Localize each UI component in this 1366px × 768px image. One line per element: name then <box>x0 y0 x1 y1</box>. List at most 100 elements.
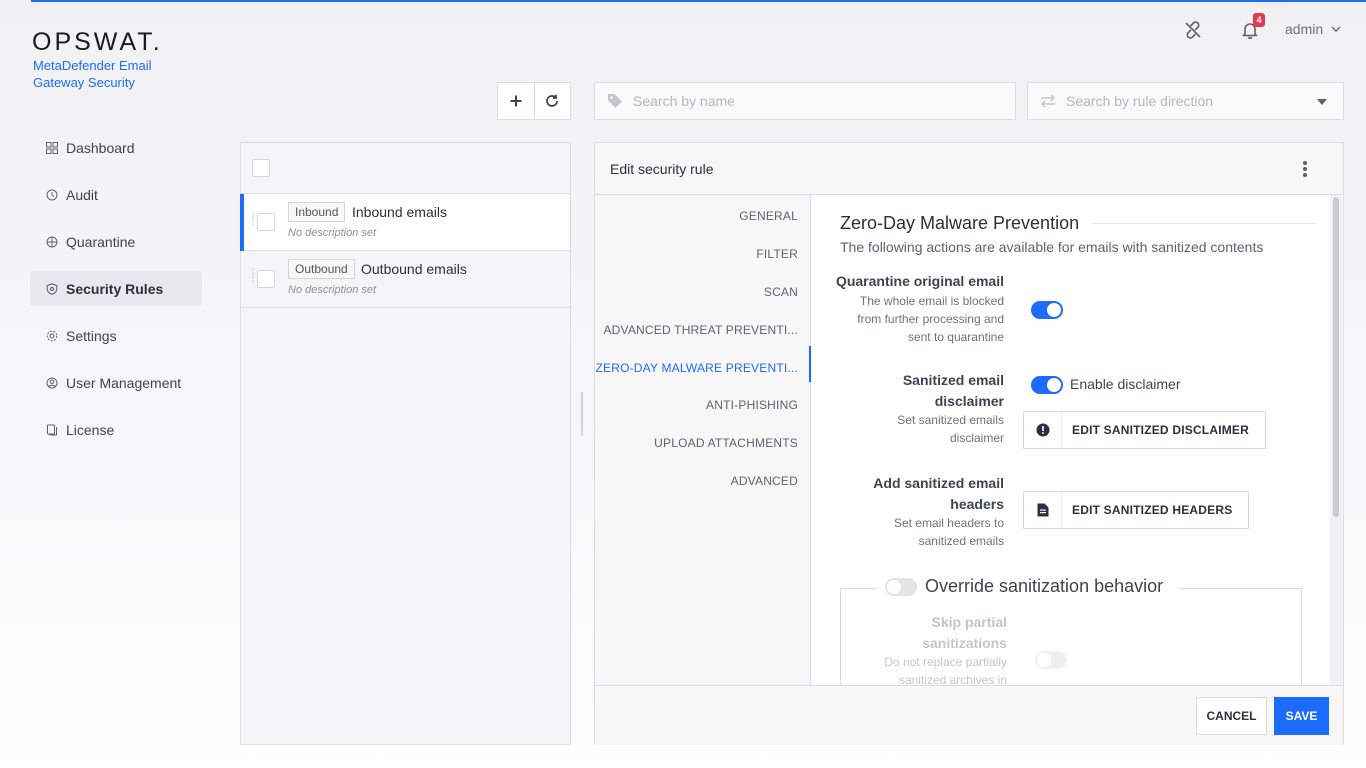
headers-description: Set email headers to sanitized emails <box>893 516 1004 548</box>
nav-item-audit[interactable]: Audit <box>30 177 202 212</box>
audit-icon <box>46 189 58 201</box>
override-label: Override sanitization behavior <box>925 576 1164 596</box>
override-legend: Override sanitization behavior <box>877 576 1180 597</box>
unlink-icon[interactable] <box>1183 20 1203 40</box>
rule-toolbar <box>497 82 571 120</box>
disclaimer-toggle-label: Enable disclaimer <box>1070 376 1181 392</box>
user-icon <box>46 377 58 389</box>
quarantine-description: The whole email is blocked from further … <box>857 294 1004 344</box>
document-icon <box>1024 492 1062 528</box>
quarantine-label: Quarantine original email <box>835 273 1004 289</box>
add-rule-button[interactable] <box>498 83 534 119</box>
disclaimer-label: Sanitized email disclaimer <box>902 372 1004 409</box>
rule-checkbox[interactable] <box>257 270 275 288</box>
edit-rule-panel: Edit security rule GENERAL FILTER SCAN A… <box>594 142 1344 745</box>
edit-headers-label: EDIT SANITIZED HEADERS <box>1072 503 1233 517</box>
search-name-input[interactable] <box>633 93 953 109</box>
rule-checkbox[interactable] <box>257 213 275 231</box>
rule-description: No description set <box>288 284 377 296</box>
chevron-down-icon <box>1331 26 1341 32</box>
nav-item-quarantine[interactable]: Quarantine <box>30 224 202 259</box>
edit-panel-footer: CANCEL SAVE <box>595 685 1343 745</box>
section-divider <box>1092 223 1316 224</box>
rule-tabs: GENERAL FILTER SCAN ADVANCED THREAT PREV… <box>595 195 811 685</box>
disclaimer-description: Set sanitized emails disclaimer <box>897 413 1004 445</box>
search-by-name <box>594 82 1016 120</box>
edit-headers-button[interactable]: EDIT SANITIZED HEADERS <box>1023 491 1250 529</box>
skip-partial-description: Do not replace partially sanitized archi… <box>884 655 1007 685</box>
tab-advanced[interactable]: ADVANCED <box>731 474 798 488</box>
user-name: admin <box>1285 21 1324 37</box>
user-menu[interactable]: admin <box>1285 21 1341 37</box>
tab-general[interactable]: GENERAL <box>739 209 798 223</box>
nav-label: License <box>66 421 115 438</box>
nav-item-license[interactable]: License <box>30 412 202 447</box>
nav-item-dashboard[interactable]: Dashboard <box>30 130 202 165</box>
rule-name: Outbound emails <box>361 261 467 277</box>
more-options-icon[interactable] <box>1303 161 1307 177</box>
scrollbar-thumb[interactable] <box>1333 197 1339 517</box>
nav-label: Audit <box>66 186 98 203</box>
caret-down-icon <box>1317 99 1327 105</box>
tab-anti-phishing[interactable]: ANTI-PHISHING <box>706 398 798 412</box>
content-scrollbar[interactable] <box>1330 195 1342 685</box>
zero-day-content: Zero-Day Malware Prevention The followin… <box>812 195 1332 685</box>
edit-disclaimer-label: EDIT SANITIZED DISCLAIMER <box>1072 423 1250 437</box>
active-tab-indicator <box>809 346 811 382</box>
rule-name: Inbound emails <box>352 204 447 220</box>
headers-label: Add sanitized email headers <box>873 475 1004 512</box>
search-by-direction[interactable]: Search by rule direction <box>1027 82 1344 120</box>
nav-item-settings[interactable]: Settings <box>30 318 202 353</box>
nav-label: Dashboard <box>66 139 135 156</box>
select-all-checkbox[interactable] <box>252 159 270 177</box>
tab-zero-day-malware-prevention[interactable]: ZERO-DAY MALWARE PREVENTI... <box>595 361 798 375</box>
rule-direction-tag: Outbound <box>288 259 355 279</box>
edit-disclaimer-button[interactable]: EDIT SANITIZED DISCLAIMER <box>1023 411 1267 449</box>
cancel-button[interactable]: CANCEL <box>1196 697 1267 735</box>
disclaimer-toggle[interactable] <box>1031 376 1063 394</box>
quarantine-toggle[interactable] <box>1031 301 1063 319</box>
skip-partial-toggle[interactable] <box>1035 651 1067 669</box>
list-header <box>241 143 570 194</box>
nav-label: Settings <box>66 327 117 344</box>
panel-resize-handle[interactable] <box>581 392 583 436</box>
rule-direction-tag: Inbound <box>288 202 346 222</box>
alert-circle-icon <box>1024 412 1062 448</box>
notification-badge: 4 <box>1253 13 1265 27</box>
tab-scan[interactable]: SCAN <box>764 285 798 299</box>
tab-filter[interactable]: FILTER <box>756 247 798 261</box>
refresh-icon <box>546 94 559 107</box>
nav-label: User Management <box>66 374 182 391</box>
gear-icon <box>46 330 58 342</box>
nav-item-user-management[interactable]: User Management <box>30 365 202 400</box>
plus-icon <box>510 95 522 107</box>
save-button[interactable]: SAVE <box>1274 697 1329 735</box>
top-accent-line <box>31 0 1366 2</box>
swap-arrows-icon <box>1040 94 1056 108</box>
sidebar-nav: Dashboard Audit Quarantine Security Rule… <box>30 130 202 459</box>
override-toggle[interactable] <box>885 577 917 596</box>
nav-label: Security Rules <box>66 280 164 297</box>
override-sanitization-group: Override sanitization behavior Skip part… <box>840 576 1302 685</box>
grid-icon <box>46 141 58 154</box>
opswat-logo: OPSWAT. <box>32 28 163 56</box>
product-name: MetaDefender Email Gateway Security <box>33 58 152 90</box>
section-subtitle: The following actions are available for … <box>840 239 1264 255</box>
shield-icon <box>46 282 58 295</box>
quarantine-icon <box>46 236 58 248</box>
license-icon <box>46 424 58 436</box>
rules-list: ⋮ ⋮ Inbound Inbound emails No description… <box>240 142 571 745</box>
rule-row-outbound[interactable]: ⋮ ⋮ Outbound Outbound emails No descripti… <box>241 251 570 308</box>
edit-panel-title: Edit security rule <box>610 160 714 177</box>
rule-row-inbound[interactable]: ⋮ ⋮ Inbound Inbound emails No description… <box>240 194 570 251</box>
refresh-button[interactable] <box>533 83 571 119</box>
edit-panel-header: Edit security rule <box>595 143 1343 195</box>
section-title: Zero-Day Malware Prevention <box>840 213 1080 233</box>
tab-advanced-threat-prevention[interactable]: ADVANCED THREAT PREVENTI... <box>603 323 798 337</box>
nav-item-security-rules[interactable]: Security Rules <box>30 271 202 306</box>
tab-upload-attachments[interactable]: UPLOAD ATTACHMENTS <box>654 436 798 450</box>
skip-partial-label: Skip partial sanitizations <box>922 614 1007 651</box>
rule-description: No description set <box>288 227 377 239</box>
direction-placeholder: Search by rule direction <box>1066 93 1214 109</box>
tag-icon <box>608 94 622 108</box>
